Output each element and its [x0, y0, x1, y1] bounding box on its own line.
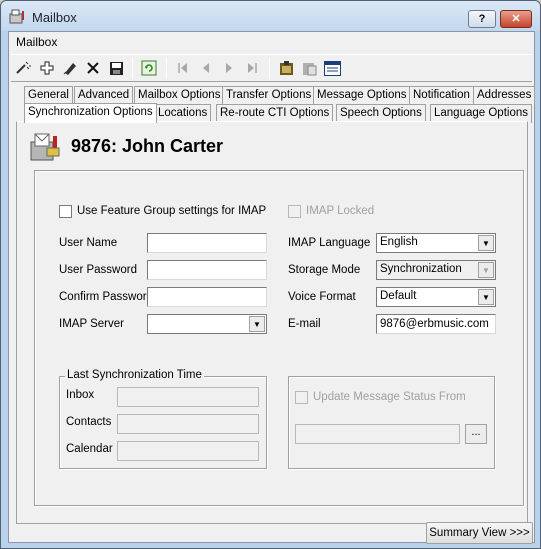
imap-server-label: IMAP Server	[59, 318, 124, 330]
user-password-label: User Password	[59, 264, 137, 276]
storage-mode-label: Storage Mode	[288, 264, 361, 276]
menu-bar: Mailbox	[9, 32, 534, 52]
calendar-label: Calendar	[66, 443, 113, 455]
use-feature-group-label: Use Feature Group settings for IMAP	[77, 205, 267, 217]
imap-locked-checkbox[interactable]	[288, 205, 301, 218]
paste-icon[interactable]	[298, 57, 320, 79]
contacts-sync-time-field	[117, 414, 259, 434]
confirm-password-label: Confirm Password	[59, 291, 153, 303]
voice-format-value: Default	[380, 290, 417, 302]
tab-synchronization-options[interactable]: Synchronization Options	[24, 103, 157, 123]
window-title: Mailbox	[32, 10, 77, 25]
storage-mode-select[interactable]: Synchronization ▼	[376, 260, 496, 280]
wand-icon[interactable]	[13, 57, 35, 79]
browse-button[interactable]: ...	[465, 424, 487, 444]
email-label: E-mail	[288, 318, 321, 330]
page-title: 9876: John Carter	[71, 136, 224, 156]
voice-format-label: Voice Format	[288, 291, 356, 303]
update-message-status-checkbox[interactable]	[295, 391, 308, 404]
voice-format-select[interactable]: Default ▼	[376, 287, 496, 307]
user-password-field[interactable]	[147, 260, 267, 280]
tab-message-options[interactable]: Message Options	[313, 86, 411, 105]
imap-server-select[interactable]: ▼	[147, 314, 267, 334]
tab-transfer-options[interactable]: Transfer Options	[222, 86, 316, 105]
confirm-password-field[interactable]	[147, 287, 267, 307]
form-view-icon[interactable]	[321, 57, 343, 79]
previous-record-icon[interactable]	[195, 57, 217, 79]
update-status-source-field	[295, 424, 460, 444]
update-status-group	[288, 376, 495, 469]
toolbar-separator	[269, 58, 270, 79]
user-name-field[interactable]	[147, 233, 267, 253]
imap-language-value: English	[380, 236, 418, 248]
refresh-icon[interactable]	[138, 57, 160, 79]
mailbox-app-icon	[9, 9, 24, 24]
user-name-label: User Name	[59, 237, 118, 249]
edit-icon[interactable]	[59, 57, 81, 79]
add-icon[interactable]	[36, 57, 58, 79]
update-message-status-label: Update Message Status From	[313, 391, 466, 403]
menu-mailbox[interactable]: Mailbox	[16, 35, 57, 49]
storage-mode-value: Synchronization	[380, 263, 462, 275]
chevron-down-icon[interactable]: ▼	[249, 316, 265, 332]
clipboard-icon[interactable]	[275, 57, 297, 79]
use-feature-group-checkbox[interactable]	[59, 205, 72, 218]
chevron-down-icon[interactable]: ▼	[478, 289, 494, 305]
imap-locked-label: IMAP Locked	[306, 205, 375, 217]
last-record-icon[interactable]	[241, 57, 263, 79]
window-client: Mailbox General Advanced Mailbox Options…	[8, 31, 536, 544]
imap-language-select[interactable]: English ▼	[376, 233, 496, 253]
last-sync-title: Last Synchronization Time	[65, 369, 204, 381]
delete-icon[interactable]	[82, 57, 104, 79]
save-icon[interactable]	[105, 57, 127, 79]
title-bar[interactable]: Mailbox ? ✕	[1, 1, 540, 31]
window-frame: Mailbox ? ✕ Mailbox General Advanced Mai…	[0, 0, 541, 549]
toolbar-separator	[132, 58, 133, 79]
tab-notification[interactable]: Notification	[409, 86, 474, 105]
toolbar-separator	[166, 58, 167, 79]
close-button[interactable]: ✕	[500, 10, 532, 28]
email-field[interactable]	[376, 314, 496, 334]
mailbox-icon	[30, 133, 60, 161]
imap-language-label: IMAP Language	[288, 237, 371, 249]
tab-addresses[interactable]: Addresses	[473, 86, 536, 105]
inbox-sync-time-field	[117, 387, 259, 407]
inbox-label: Inbox	[66, 389, 95, 401]
summary-view-button[interactable]: Summary View >>>	[426, 522, 533, 544]
chevron-down-icon[interactable]: ▼	[478, 262, 494, 278]
chevron-down-icon[interactable]: ▼	[478, 235, 494, 251]
toolbar	[11, 54, 532, 82]
contacts-label: Contacts	[66, 416, 112, 428]
next-record-icon[interactable]	[218, 57, 240, 79]
calendar-sync-time-field	[117, 441, 259, 461]
help-button[interactable]: ?	[468, 10, 496, 28]
first-record-icon[interactable]	[172, 57, 194, 79]
